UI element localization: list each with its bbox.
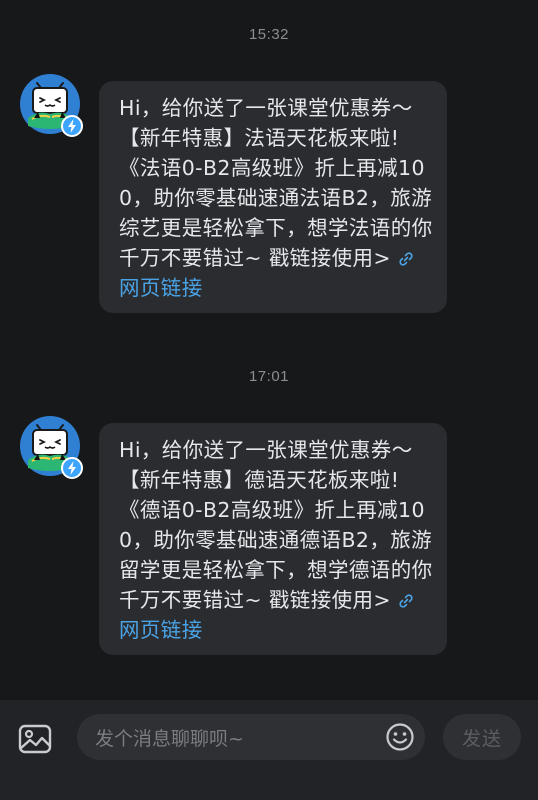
message-input[interactable]: 发个消息聊聊呗~ (77, 714, 425, 760)
image-button[interactable] (16, 720, 54, 758)
chat-area: 15:32 Hi，给你送了一张课堂优惠券～【新年特惠】法语天花板来啦!《法语0-… (0, 0, 538, 700)
message-input-placeholder: 发个消息聊聊呗~ (95, 727, 244, 750)
avatar[interactable] (20, 74, 83, 137)
send-button[interactable]: 发送 (443, 714, 521, 760)
verified-badge-icon (61, 115, 83, 137)
composer-bar: 发个消息聊聊呗~ 发送 (0, 700, 538, 800)
message-text: Hi，给你送了一张课堂优惠券～【新年特惠】法语天花板来啦!《法语0-B2高级班》… (119, 96, 433, 270)
verified-badge-icon (61, 457, 83, 479)
web-link-label: 网页链接 (119, 276, 203, 300)
message-text: Hi，给你送了一张课堂优惠券～【新年特惠】德语天花板来啦!《德语0-B2高级班》… (119, 438, 433, 612)
link-icon (399, 252, 413, 266)
message-timestamp: 17:01 (248, 368, 290, 385)
message-timestamp: 15:32 (248, 26, 290, 43)
emoji-icon[interactable] (385, 722, 415, 752)
avatar[interactable] (20, 416, 83, 479)
link-icon (399, 594, 413, 608)
message-bubble: Hi，给你送了一张课堂优惠券～【新年特惠】法语天花板来啦!《法语0-B2高级班》… (99, 81, 447, 313)
web-link-label: 网页链接 (119, 618, 203, 642)
message-bubble: Hi，给你送了一张课堂优惠券～【新年特惠】德语天花板来啦!《德语0-B2高级班》… (99, 423, 447, 655)
image-icon (18, 724, 52, 754)
